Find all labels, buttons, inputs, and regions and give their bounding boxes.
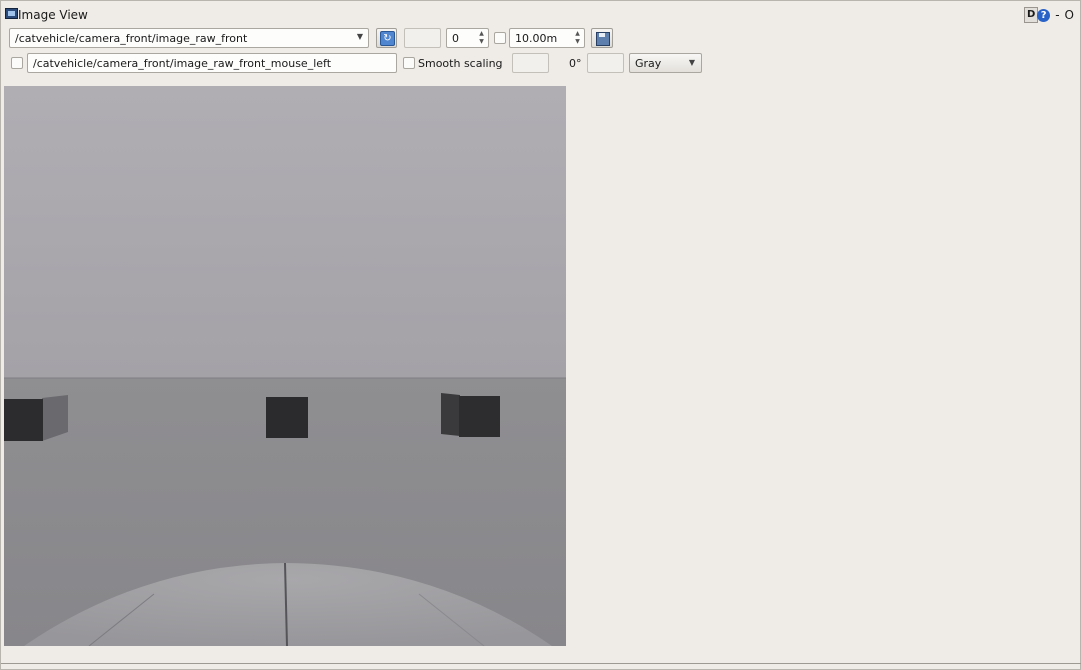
smooth-scaling-checkbox[interactable] <box>403 57 415 69</box>
mouse-topic-value: /catvehicle/camera_front/image_raw_front… <box>33 57 332 70</box>
minimize-button[interactable]: - <box>1055 8 1059 22</box>
left-box <box>4 399 43 441</box>
camera-image[interactable] <box>4 86 566 646</box>
smooth-scaling-label: Smooth scaling <box>418 57 503 70</box>
window-icon <box>5 8 18 19</box>
spinbox-arrows-icon[interactable]: ▲ ▼ <box>572 30 583 46</box>
center-box <box>266 397 308 438</box>
chevron-down-icon: ▼ <box>688 58 695 67</box>
mouse-publish-checkbox[interactable] <box>11 57 23 69</box>
rotation-label: 0° <box>569 57 582 70</box>
spinbox-arrows-icon[interactable]: ▲ ▼ <box>476 30 487 46</box>
right-box <box>459 396 500 437</box>
close-button[interactable]: O <box>1065 8 1074 22</box>
image-view-window: Image View D ? - O /catvehicle/camera_fr… <box>0 0 1081 670</box>
colormap-value: Gray <box>635 57 662 70</box>
title-controls: D ? - O <box>1024 7 1074 23</box>
chevron-down-icon: ▼ <box>356 32 363 41</box>
dynamic-range-checkbox[interactable] <box>494 32 506 44</box>
right-box-side <box>441 393 460 436</box>
save-icon <box>596 32 610 46</box>
max-range-spinbox[interactable]: 10.00m ▲ ▼ <box>509 28 585 48</box>
save-image-button[interactable] <box>591 28 613 48</box>
refresh-icon: ↻ <box>380 31 395 46</box>
max-range-value: 10.00m <box>515 32 558 45</box>
number-spinbox-value: 0 <box>452 32 459 45</box>
color-scheme-field[interactable] <box>404 28 441 48</box>
title-bar: Image View D ? - O <box>3 5 1078 23</box>
mouse-topic-field[interactable]: /catvehicle/camera_front/image_raw_front… <box>27 53 397 73</box>
topic-combobox[interactable]: /catvehicle/camera_front/image_raw_front… <box>9 28 369 48</box>
window-title: Image View <box>18 8 88 22</box>
rotate-left-button[interactable] <box>512 53 549 73</box>
colormap-dropdown[interactable]: Gray ▼ <box>629 53 702 73</box>
refresh-button[interactable]: ↻ <box>376 28 397 48</box>
detach-button[interactable]: D <box>1024 7 1039 23</box>
help-icon[interactable]: ? <box>1037 8 1051 22</box>
camera-image-svg <box>4 86 566 646</box>
sky <box>4 86 566 378</box>
rotate-right-button[interactable] <box>587 53 624 73</box>
number-spinbox[interactable]: 0 ▲ ▼ <box>446 28 489 48</box>
topic-value: /catvehicle/camera_front/image_raw_front <box>15 32 248 45</box>
status-divider <box>1 663 1081 664</box>
